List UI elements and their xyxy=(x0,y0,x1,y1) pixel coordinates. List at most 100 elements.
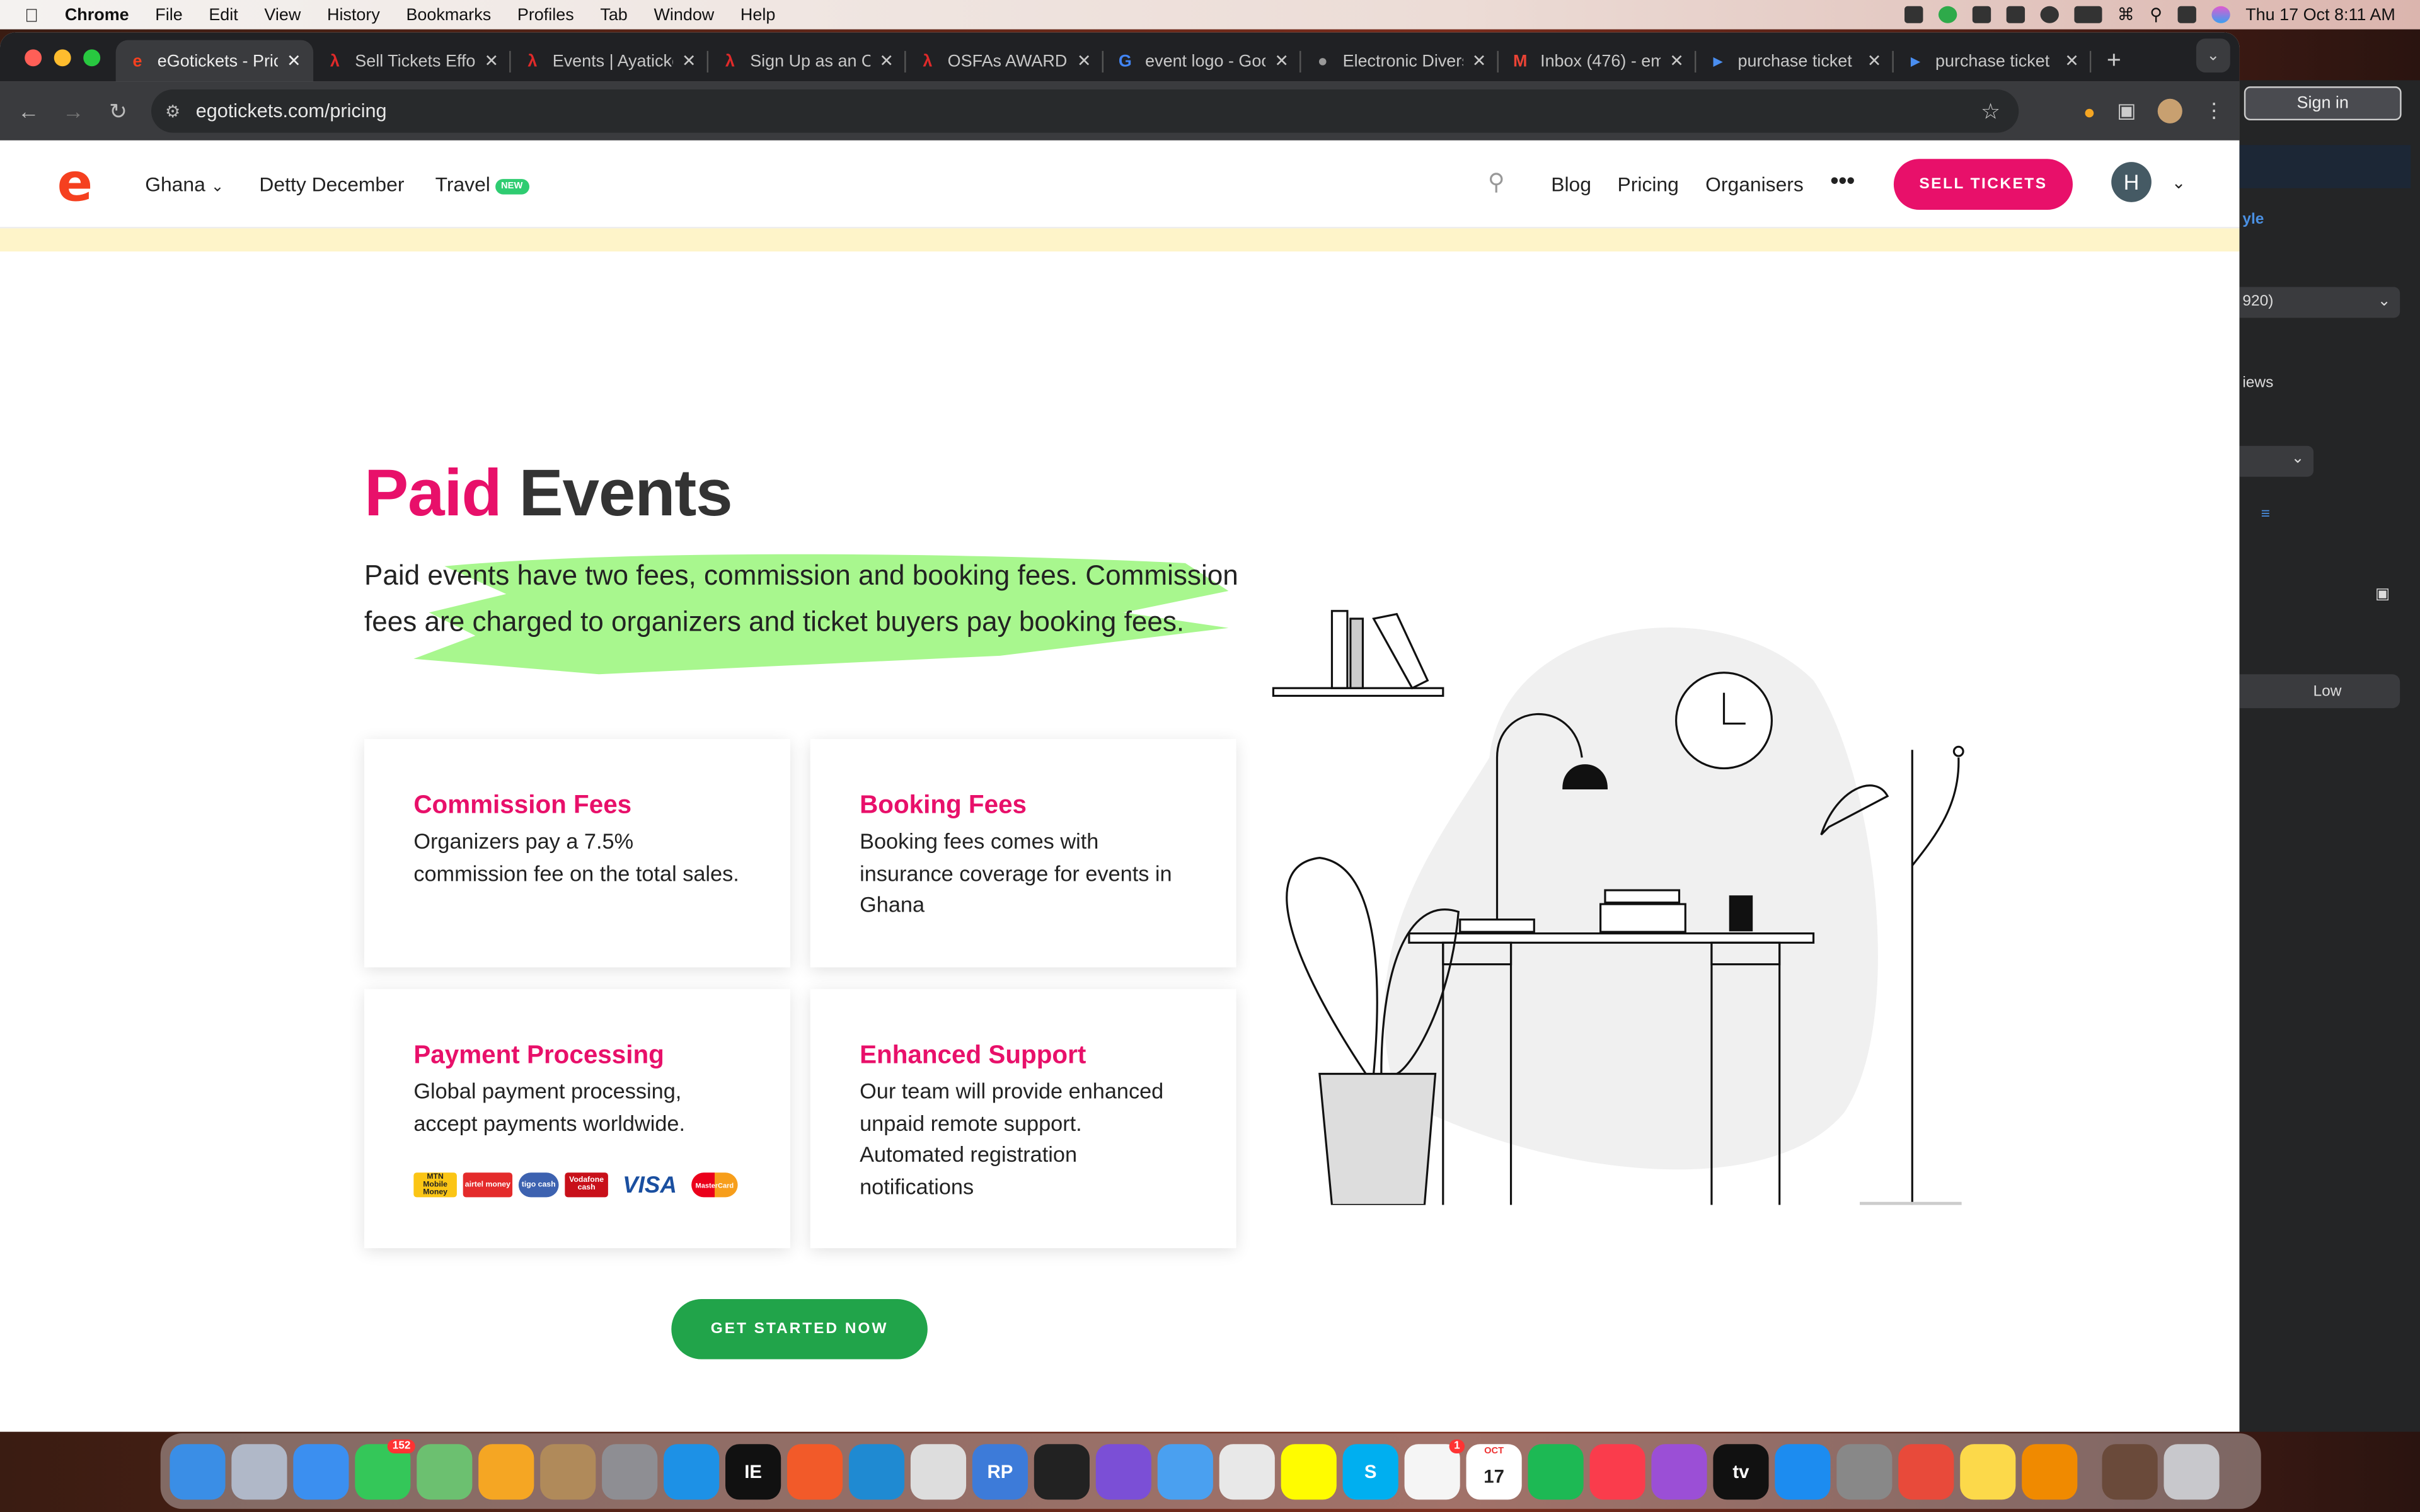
dock-cyberduck-icon[interactable] xyxy=(910,1443,967,1499)
control-center-icon[interactable] xyxy=(2177,6,2196,23)
tab-7[interactable]: M Inbox (476) - email ✕ xyxy=(1499,40,1697,82)
forward-icon[interactable]: → xyxy=(51,99,96,123)
dock-music-icon[interactable] xyxy=(1589,1443,1645,1499)
nav-blog[interactable]: Blog xyxy=(1551,173,1591,196)
dock-skype-icon[interactable]: S xyxy=(1342,1443,1398,1499)
close-tab-icon[interactable]: ✕ xyxy=(1077,51,1092,71)
nav-organisers[interactable]: Organisers xyxy=(1705,173,1804,196)
tab-5[interactable]: Gevent logo - Google ✕ xyxy=(1103,40,1301,82)
apple-icon[interactable]:  xyxy=(25,4,38,25)
close-tab-icon[interactable]: ✕ xyxy=(2065,51,2079,71)
reload-icon[interactable]: ↻ xyxy=(96,98,141,125)
new-tab-button[interactable]: + xyxy=(2091,40,2136,82)
menu-view[interactable]: View xyxy=(264,6,301,24)
dock-rp-icon[interactable]: RP xyxy=(972,1443,1028,1499)
menu-edit[interactable]: Edit xyxy=(209,6,238,24)
menu-window[interactable]: Window xyxy=(654,6,714,24)
menu-history[interactable]: History xyxy=(327,6,380,24)
dock-brave-icon[interactable] xyxy=(786,1443,843,1499)
menu-help[interactable]: Help xyxy=(740,6,775,24)
dock-spotify-icon[interactable] xyxy=(1528,1443,1584,1499)
dock-apple-tv-icon[interactable]: tv xyxy=(1713,1443,1769,1499)
tab-8[interactable]: ▸ purchase ticket ✕ xyxy=(1696,40,1894,82)
close-tab-icon[interactable]: ✕ xyxy=(1867,51,1882,71)
tab-2[interactable]: λ Events | Ayatickets ✕ xyxy=(511,40,709,82)
dock-vs-code-icon[interactable] xyxy=(848,1443,905,1499)
egotickets-logo[interactable]: e xyxy=(57,158,93,210)
dock-finder-icon[interactable] xyxy=(170,1443,226,1499)
barcode-icon[interactable] xyxy=(2006,6,2025,23)
sign-in-button[interactable]: Sign in xyxy=(2244,86,2402,121)
more-menu-icon[interactable]: ⋮ xyxy=(2204,99,2224,123)
dock-intellij-idea-icon[interactable]: IE xyxy=(725,1443,781,1499)
dock-system-settings-icon[interactable] xyxy=(602,1443,658,1499)
wifi-icon[interactable]: ⌘ xyxy=(2118,4,2135,25)
extension-icon[interactable]: ● xyxy=(2083,100,2095,123)
tab-1[interactable]: λ Sell Tickets Effortlessly ✕ xyxy=(313,40,511,82)
search-icon[interactable]: ⚲ xyxy=(2150,4,2162,25)
menu-profiles[interactable]: Profiles xyxy=(517,6,574,24)
close-tab-icon[interactable]: ✕ xyxy=(1669,51,1684,71)
tab-0[interactable]: e eGotickets - Pricing ✕ xyxy=(115,40,314,82)
dock-calendar-icon[interactable]: OCT 17 xyxy=(1466,1443,1522,1499)
menu-tab[interactable]: Tab xyxy=(600,6,627,24)
dock-chrome-icon[interactable] xyxy=(1219,1443,1275,1499)
tab-6[interactable]: ● Electronic Diversity ✕ xyxy=(1301,40,1499,82)
close-tab-icon[interactable]: ✕ xyxy=(879,51,894,71)
url-text[interactable]: egotickets.com/pricing xyxy=(196,100,387,122)
dock-app-store-icon[interactable] xyxy=(1775,1443,1831,1499)
user-icon[interactable] xyxy=(2040,6,2059,23)
clock[interactable]: Thu 17 Oct 8:11 AM xyxy=(2245,6,2395,24)
dock-vlc-icon[interactable] xyxy=(2022,1443,2078,1499)
view-select[interactable]: ⌄ xyxy=(2239,445,2314,477)
tab-search-chevron-icon[interactable]: ⌄ xyxy=(2196,38,2230,73)
tab-3[interactable]: λ Sign Up as an Organiser ✕ xyxy=(708,40,906,82)
back-icon[interactable]: ← xyxy=(6,99,51,123)
dock-notes-icon[interactable] xyxy=(1960,1443,2016,1499)
profile-avatar-icon[interactable] xyxy=(2157,98,2182,123)
search-icon[interactable]: ⚲ xyxy=(1488,168,1505,196)
quality-low-option[interactable]: Low xyxy=(2239,674,2400,709)
site-info-icon[interactable]: ⚙ xyxy=(165,101,180,121)
menu-bookmarks[interactable]: Bookmarks xyxy=(406,6,491,24)
close-tab-icon[interactable]: ✕ xyxy=(287,51,301,71)
dock-settings-icon[interactable] xyxy=(1836,1443,1893,1499)
dock-contacts-icon[interactable] xyxy=(540,1443,596,1499)
style-link[interactable]: yle xyxy=(2242,212,2264,229)
align-center-icon[interactable]: ≡ xyxy=(2261,506,2270,523)
more-dots-icon[interactable]: ••• xyxy=(1830,168,1855,195)
dock-maps-icon[interactable] xyxy=(417,1443,473,1499)
dock-launchpad-icon[interactable] xyxy=(231,1443,287,1499)
nav-detty-december[interactable]: Detty December xyxy=(259,173,404,196)
dock-safari-icon[interactable] xyxy=(1898,1443,1954,1499)
dock-mail-icon[interactable] xyxy=(293,1443,349,1499)
tab-4[interactable]: λ OSFAs AWARDS ✕ xyxy=(906,40,1104,82)
dock-snapchat-icon[interactable] xyxy=(1281,1443,1337,1499)
get-started-button[interactable]: GET STARTED NOW xyxy=(671,1299,928,1360)
close-tab-icon[interactable]: ✕ xyxy=(1472,51,1487,71)
dock-photo-icon[interactable] xyxy=(2102,1443,2158,1499)
dock-figma-icon[interactable] xyxy=(1034,1443,1090,1499)
battery-icon[interactable] xyxy=(2074,6,2102,23)
dock-podcasts-icon[interactable] xyxy=(1651,1443,1707,1499)
close-tab-icon[interactable]: ✕ xyxy=(484,51,498,71)
add-image-icon[interactable]: ▣ xyxy=(2375,587,2390,604)
dock-docker-icon[interactable] xyxy=(664,1443,720,1499)
status-icon[interactable] xyxy=(1972,6,1991,23)
avatar[interactable]: H xyxy=(2111,162,2152,202)
cloud-icon[interactable] xyxy=(1904,6,1923,23)
dock-reminders-icon[interactable]: 1 xyxy=(1404,1438,1465,1499)
extensions-puzzle-icon[interactable]: ▣ xyxy=(2117,99,2136,123)
nav-country-dropdown[interactable]: Ghana ⌄ xyxy=(145,173,224,196)
dock-xcode-icon[interactable] xyxy=(1157,1443,1213,1499)
close-window-button[interactable] xyxy=(25,49,42,66)
dock-trash-icon[interactable] xyxy=(2164,1443,2220,1499)
sell-tickets-button[interactable]: SELL TICKETS xyxy=(1893,159,2073,210)
menu-file[interactable]: File xyxy=(155,6,182,24)
dock-photos-icon[interactable] xyxy=(478,1443,534,1499)
address-bar[interactable]: ⚙ egotickets.com/pricing ☆ xyxy=(151,89,2019,133)
bookmark-star-icon[interactable]: ☆ xyxy=(1981,98,2000,125)
n-app-icon[interactable] xyxy=(1938,6,1957,23)
tab-9[interactable]: ▸ purchase ticket ✕ xyxy=(1894,40,2092,82)
siri-icon[interactable] xyxy=(2211,6,2230,23)
